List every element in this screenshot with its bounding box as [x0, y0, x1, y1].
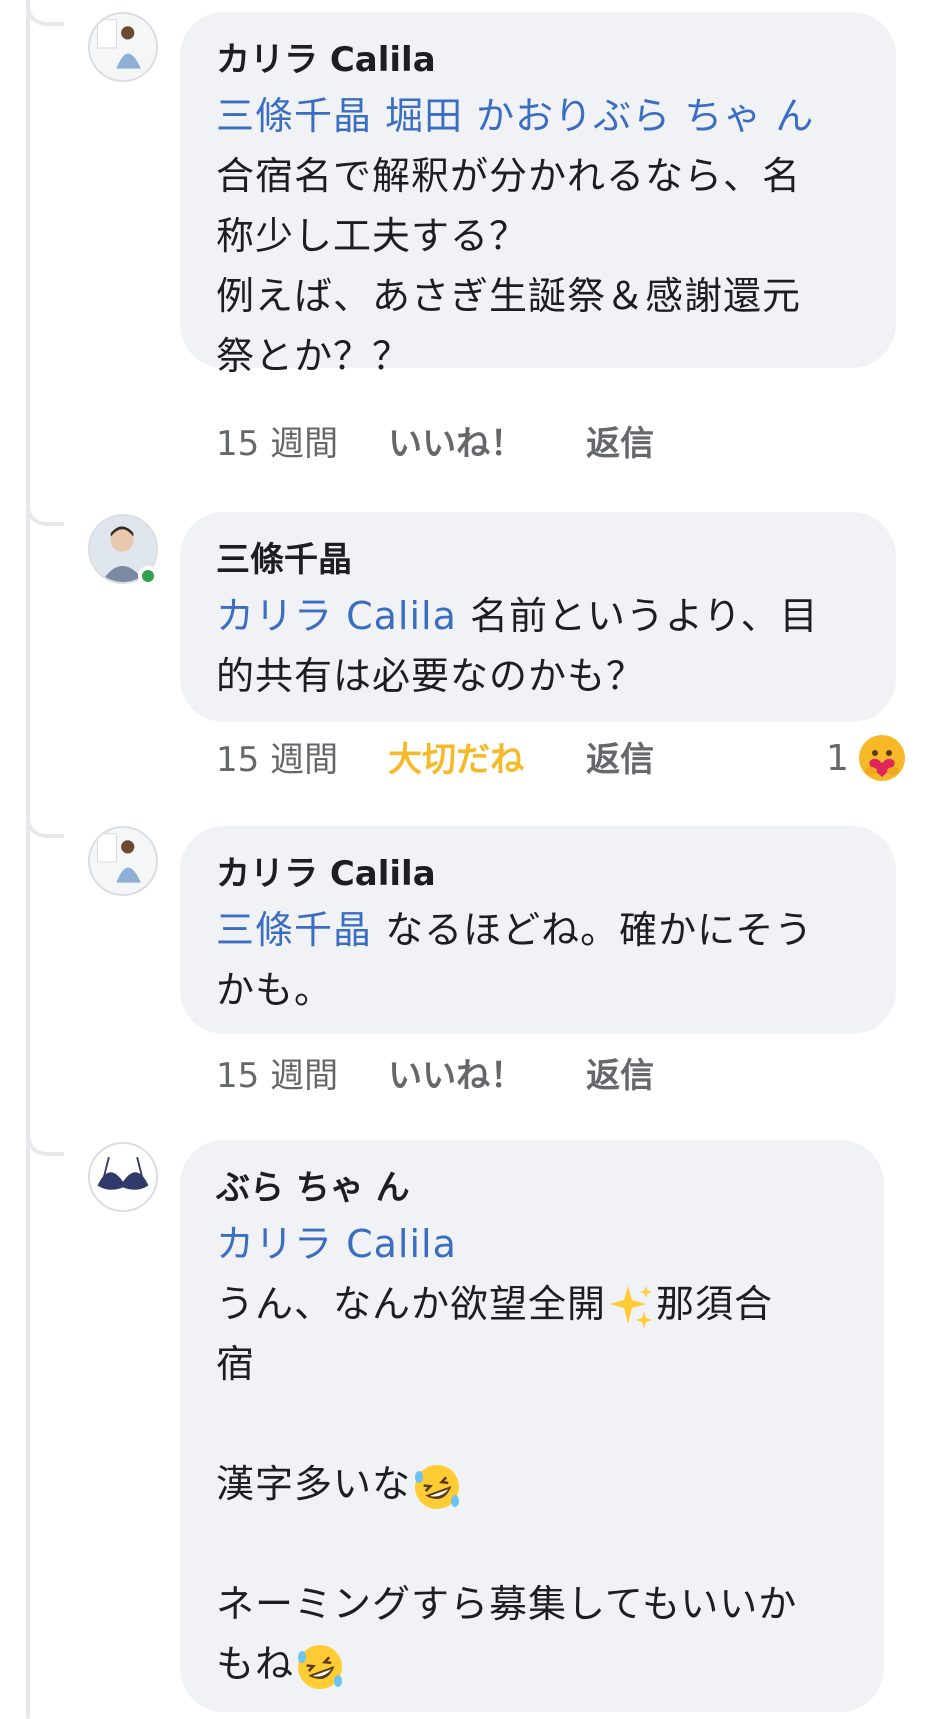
comment-text: 名前というより、目: [456, 594, 819, 638]
comment-actions: 15 週間 大切だね 返信: [216, 740, 654, 780]
like-button[interactable]: いいね！: [388, 1056, 524, 1096]
thread-connector: [26, 500, 64, 526]
avatar-photo: [90, 14, 156, 80]
mention-link[interactable]: カリラ Calila: [216, 1214, 844, 1274]
comment-text-line: 的共有は必要なのかも？: [216, 654, 646, 698]
comment-text: 那須合: [656, 1282, 774, 1326]
comment-text-line: カリラ Calila 名前というより、目: [216, 586, 856, 646]
avatar[interactable]: [88, 1142, 158, 1212]
rofl-emoji: [298, 1644, 343, 1689]
comment-text: 漢字多いな: [216, 1462, 412, 1506]
reaction-count: 1: [826, 737, 849, 779]
comment-bubble: カリラ Calila 三條千晶 なるほどね。確かにそう かも。: [180, 826, 896, 1034]
reply-button[interactable]: 返信: [586, 740, 654, 780]
mention-link[interactable]: カリラ Calila: [216, 594, 457, 638]
comment-text-line: ネーミングすら募集してもいいか: [216, 1582, 798, 1626]
comment-text: うん、なんか欲望全開: [216, 1282, 607, 1326]
comment-author[interactable]: カリラ Calila: [216, 34, 856, 86]
comment-text-line: 称少し工夫する？: [216, 214, 529, 258]
avatar[interactable]: [88, 826, 158, 896]
comment-text-line: かも。: [216, 968, 334, 1012]
comment-bubble: カリラ Calila 三條千晶 堀田 かおりぶら ちゃ ん 合宿名で解釈が分かれ…: [180, 12, 896, 378]
thread-connector: [26, 812, 64, 838]
avatar[interactable]: [88, 12, 158, 82]
comment-actions: 15 週間 いいね！ 返信: [216, 1056, 654, 1096]
comment-author[interactable]: ぶら ちゃ ん: [216, 1162, 844, 1214]
like-button[interactable]: いいね！: [388, 424, 524, 464]
comment-text-line: 漢字多いな: [216, 1454, 844, 1514]
thread-connector: [26, 0, 64, 26]
timestamp[interactable]: 15 週間: [216, 424, 338, 464]
rofl-emoji: [415, 1464, 460, 1509]
comment-bubble: ぶら ちゃ ん カリラ Calila うん、なんか欲望全開 那須合 宿 漢字多い…: [180, 1140, 884, 1712]
comment-text-line: うん、なんか欲望全開 那須合: [216, 1274, 844, 1334]
comment-text: もね: [216, 1642, 295, 1686]
comment-text: なるほどね。確かにそう: [372, 908, 814, 952]
timestamp[interactable]: 15 週間: [216, 1056, 338, 1096]
reply-button[interactable]: 返信: [586, 424, 654, 464]
comment-text-line: 祭とか？？: [216, 334, 412, 378]
comment-bubble: 三條千晶 カリラ Calila 名前というより、目 的共有は必要なのかも？: [180, 512, 896, 722]
thread-line: [26, 0, 30, 1719]
comment-text-line: もね: [216, 1634, 844, 1694]
mention-link[interactable]: 三條千晶: [216, 908, 372, 952]
thread-connector: [26, 1130, 64, 1156]
care-reaction-icon: [858, 735, 905, 781]
reaction-summary[interactable]: 1: [826, 733, 907, 783]
avatar-photo: [90, 828, 156, 894]
comment-text-line: 例えば、あさぎ生誕祭＆感謝還元: [216, 274, 802, 318]
comment-text-line: 合宿名で解釈が分かれるなら、名: [216, 154, 802, 198]
reply-button[interactable]: 返信: [586, 1056, 654, 1096]
sparkles-emoji: [610, 1285, 653, 1328]
comment-text-line: 三條千晶 なるほどね。確かにそう: [216, 900, 856, 960]
avatar-photo: [90, 1144, 156, 1210]
comment-author[interactable]: 三條千晶: [216, 534, 856, 586]
comment-author[interactable]: カリラ Calila: [216, 848, 856, 900]
care-reaction-button[interactable]: 大切だね: [388, 740, 524, 780]
online-status-dot: [138, 566, 158, 586]
comment-actions: 15 週間 いいね！ 返信: [216, 424, 654, 464]
timestamp[interactable]: 15 週間: [216, 740, 338, 780]
mention-link[interactable]: 三條千晶 堀田 かおりぶら ちゃ ん: [216, 86, 856, 146]
comment-text-line: 宿: [216, 1342, 256, 1386]
